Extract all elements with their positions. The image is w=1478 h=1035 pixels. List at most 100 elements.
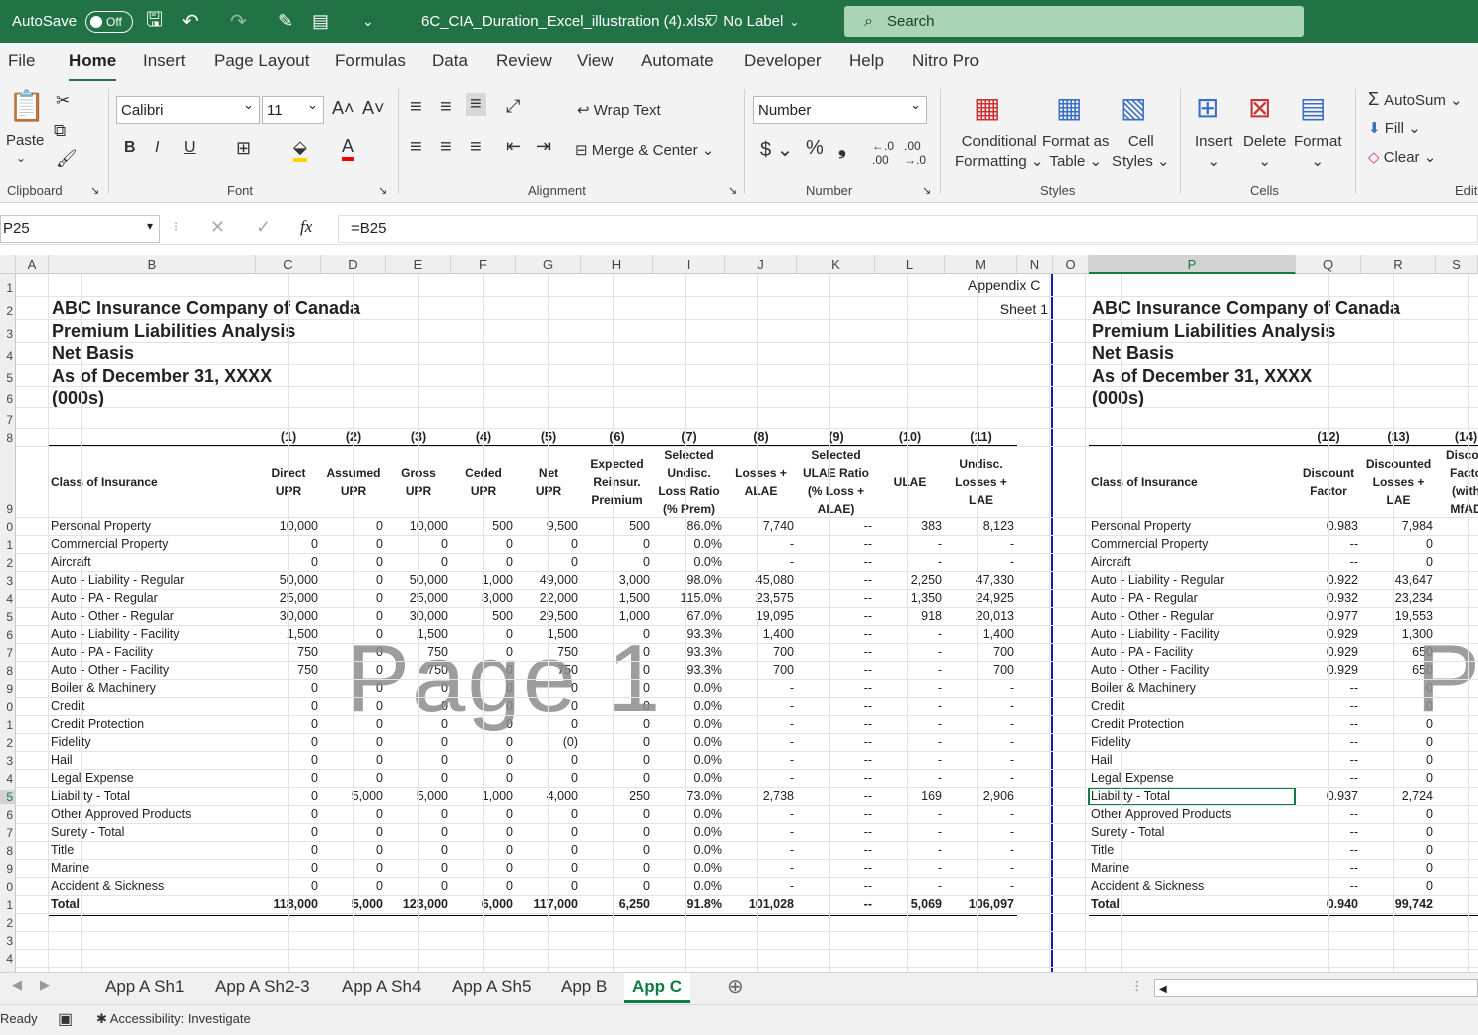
col-header[interactable]: I [653, 255, 725, 274]
row-header[interactable]: 3 [0, 934, 16, 948]
autosave[interactable]: AutoSave Off [12, 0, 134, 43]
col-header[interactable]: K [797, 255, 875, 274]
row-header[interactable]: 0 [0, 520, 16, 534]
tab-automate[interactable]: Automate [641, 51, 714, 71]
redo-icon[interactable]: ↷ [230, 0, 247, 43]
underline-icon[interactable]: U [184, 139, 196, 157]
paste-icon[interactable]: 📋 [8, 89, 45, 124]
cell-styles-button[interactable]: Cell Styles ⌄ [1112, 132, 1170, 172]
format-cells-button[interactable]: Format ⌄ [1294, 132, 1342, 172]
row-header[interactable]: 3 [0, 574, 16, 588]
col-header[interactable]: D [321, 255, 386, 274]
row-header[interactable]: 7 [0, 826, 16, 840]
align-right-icon[interactable]: ≡ [470, 136, 482, 159]
insert-function-icon[interactable]: fx [300, 217, 312, 237]
tab-insert[interactable]: Insert [143, 51, 186, 71]
col-header[interactable]: Q [1296, 255, 1361, 274]
undo-icon[interactable]: ↶ [182, 0, 199, 43]
row-header[interactable]: 5 [0, 610, 16, 624]
col-header[interactable]: E [386, 255, 451, 274]
tab-nitro-pro[interactable]: Nitro Pro [912, 51, 979, 71]
copy-icon[interactable]: ⧉ [54, 121, 66, 141]
row-header[interactable]: 2 [0, 736, 16, 750]
customize-toolbar-icon[interactable]: ⌄ [362, 0, 374, 43]
name-box[interactable]: P25 ▾ [0, 215, 160, 243]
fill-color-icon[interactable]: ⬙ [293, 137, 307, 162]
select-all-button[interactable] [0, 255, 16, 274]
align-center-icon[interactable]: ≡ [440, 136, 452, 159]
row-header[interactable]: 8 [0, 664, 16, 678]
font-name-combo[interactable]: Calibri [116, 96, 260, 124]
alignment-launcher-icon[interactable]: ↘ [728, 184, 737, 197]
row-header[interactable]: 2 [0, 304, 16, 318]
tab-review[interactable]: Review [496, 51, 552, 71]
row-header[interactable]: 7 [0, 646, 16, 660]
row-header[interactable]: 1 [0, 281, 16, 295]
insert-cells-icon[interactable]: ⊞ [1196, 91, 1219, 124]
row-header[interactable]: 1 [0, 718, 16, 732]
align-middle-icon[interactable]: ≡ [440, 96, 452, 119]
row-header[interactable]: 6 [0, 392, 16, 406]
format-as-table-icon[interactable]: ▦ [1056, 91, 1082, 124]
number-format-combo[interactable]: Number [753, 96, 927, 124]
cell-styles-icon[interactable]: ▧ [1120, 91, 1146, 124]
clear-button[interactable]: ◇ Clear ⌄ [1368, 148, 1436, 166]
row-header[interactable]: 5 [0, 371, 16, 385]
row-header[interactable]: 0 [0, 700, 16, 714]
tab-home[interactable]: Home [69, 51, 117, 82]
col-header[interactable]: L [875, 255, 945, 274]
percent-icon[interactable]: % [806, 137, 824, 160]
formula-input[interactable]: =B25 [338, 215, 1478, 243]
row-header[interactable]: 8 [0, 431, 16, 445]
delete-cells-icon[interactable]: ⊠ [1248, 91, 1271, 124]
row-header[interactable]: 9 [0, 502, 16, 516]
sensitivity-label[interactable]: ⛉ No Label ⌄ [706, 0, 799, 43]
col-header[interactable]: C [256, 255, 321, 274]
macro-record-icon[interactable]: ▣ [58, 1009, 73, 1029]
row-header[interactable]: 7 [0, 413, 16, 427]
font-size-combo[interactable]: 11 [262, 96, 324, 124]
sheet-tab[interactable]: App A Sh4 [342, 977, 421, 997]
row-header[interactable]: 9 [0, 862, 16, 876]
row-header[interactable]: 2 [0, 916, 16, 930]
comma-icon[interactable]: ❟ [838, 137, 846, 160]
bold-icon[interactable]: B [124, 139, 136, 157]
row-header[interactable]: 3 [0, 754, 16, 768]
align-top-icon[interactable]: ≡ [410, 96, 422, 119]
tab-formulas[interactable]: Formulas [335, 51, 406, 71]
col-header[interactable]: N [1017, 255, 1053, 274]
form-icon[interactable]: ▤ [312, 0, 329, 43]
increase-font-icon[interactable]: A˄ [332, 98, 355, 119]
row-header[interactable]: 9 [0, 682, 16, 696]
currency-icon[interactable]: $ ⌄ [760, 137, 793, 162]
sheet-tab[interactable]: App A Sh1 [105, 977, 184, 997]
row-header[interactable]: 4 [0, 952, 16, 966]
format-painter-icon[interactable]: 🖌 [56, 149, 78, 169]
fill-button[interactable]: ⬇ Fill ⌄ [1368, 119, 1421, 137]
autosave-toggle[interactable]: Off [85, 10, 134, 33]
sheet-tab[interactable]: App A Sh2-3 [215, 977, 310, 997]
row-header[interactable]: 3 [0, 327, 16, 341]
merge-center-button[interactable]: ⊟ Merge & Center ⌄ [575, 141, 714, 159]
row-header[interactable]: 2 [0, 556, 16, 570]
row-header[interactable]: 6 [0, 628, 16, 642]
autosum-button[interactable]: Σ AutoSum ⌄ [1368, 89, 1463, 110]
delete-cells-button[interactable]: Delete ⌄ [1243, 132, 1286, 172]
row-header[interactable]: 8 [0, 844, 16, 858]
row-header[interactable]: 4 [0, 772, 16, 786]
decrease-indent-icon[interactable]: ⇤ [506, 136, 521, 157]
next-sheet-icon[interactable]: ▶ [40, 977, 50, 993]
enter-icon[interactable]: ✓ [256, 217, 271, 238]
row-header[interactable]: 4 [0, 349, 16, 363]
format-cells-icon[interactable]: ▤ [1300, 91, 1326, 124]
tab-data[interactable]: Data [432, 51, 468, 71]
add-sheet-icon[interactable]: ⊕ [727, 974, 744, 999]
draw-icon[interactable]: ✎ [278, 0, 293, 43]
increase-decimal-icon[interactable]: ←.0.00 [872, 139, 894, 167]
row-header[interactable]: 1 [0, 538, 16, 552]
col-header[interactable]: M [945, 255, 1017, 274]
conditional-formatting-button[interactable]: Conditional Formatting ⌄ [955, 132, 1043, 172]
cut-icon[interactable]: ✂ [56, 91, 70, 111]
col-header[interactable]: A [16, 255, 49, 274]
orientation-icon[interactable]: ⤢ [506, 96, 520, 117]
